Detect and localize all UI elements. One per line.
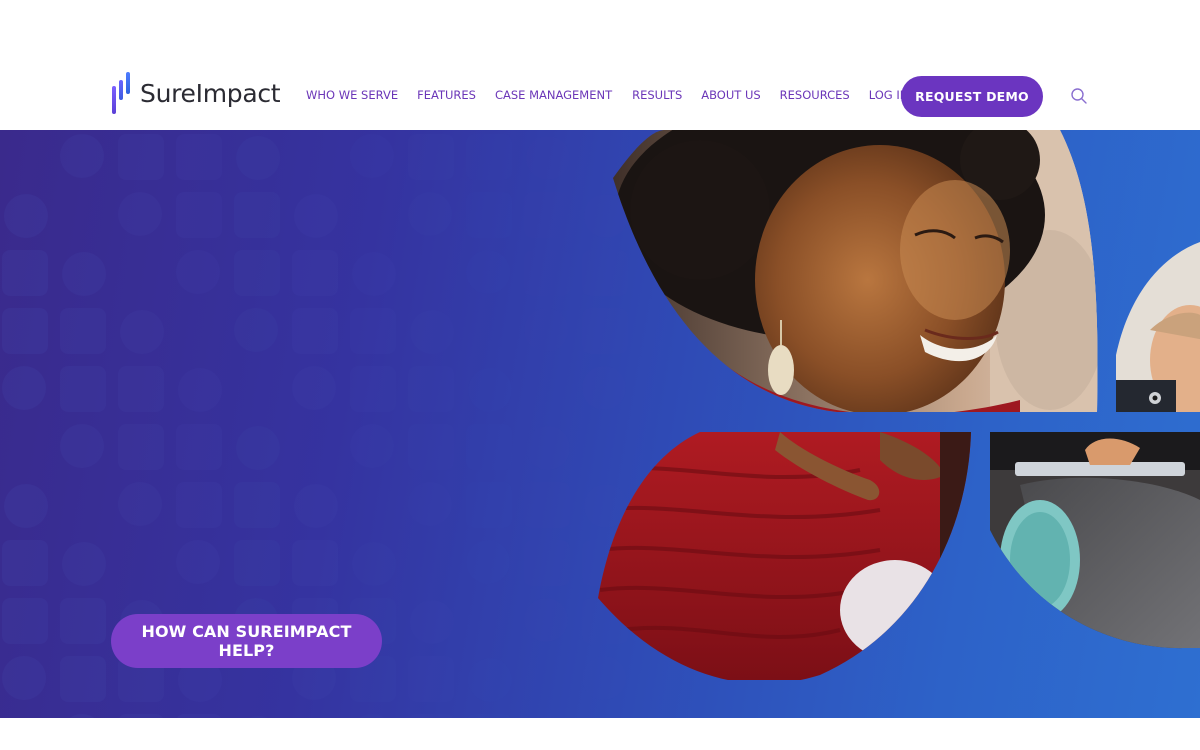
- nav-features[interactable]: FEATURES: [417, 88, 476, 102]
- main-nav: WHO WE SERVE FEATURES CASE MANAGEMENT RE…: [306, 88, 908, 102]
- nav-resources[interactable]: RESOURCES: [780, 88, 850, 102]
- site-header: SureImpact WHO WE SERVE FEATURES CASE MA…: [0, 0, 1200, 130]
- footer-strip: [0, 718, 1200, 750]
- boy-photo: [1116, 242, 1200, 412]
- search-icon[interactable]: [1070, 87, 1088, 105]
- woman-photo: [613, 130, 1098, 412]
- hero-section: HOW CAN SUREIMPACT HELP?: [0, 130, 1200, 718]
- embrace-photo: [598, 432, 971, 680]
- child-tablet-photo: [990, 432, 1200, 649]
- brand-name: SureImpact: [140, 78, 281, 108]
- nav-about-us[interactable]: ABOUT US: [701, 88, 760, 102]
- request-demo-button[interactable]: REQUEST DEMO: [901, 76, 1043, 117]
- page: SureImpact WHO WE SERVE FEATURES CASE MA…: [0, 0, 1200, 750]
- how-can-help-button[interactable]: HOW CAN SUREIMPACT HELP?: [111, 614, 382, 668]
- nav-case-management[interactable]: CASE MANAGEMENT: [495, 88, 612, 102]
- nav-who-we-serve[interactable]: WHO WE SERVE: [306, 88, 398, 102]
- logo-icon: [111, 70, 135, 116]
- nav-results[interactable]: RESULTS: [632, 88, 682, 102]
- logo-link[interactable]: SureImpact: [111, 70, 281, 116]
